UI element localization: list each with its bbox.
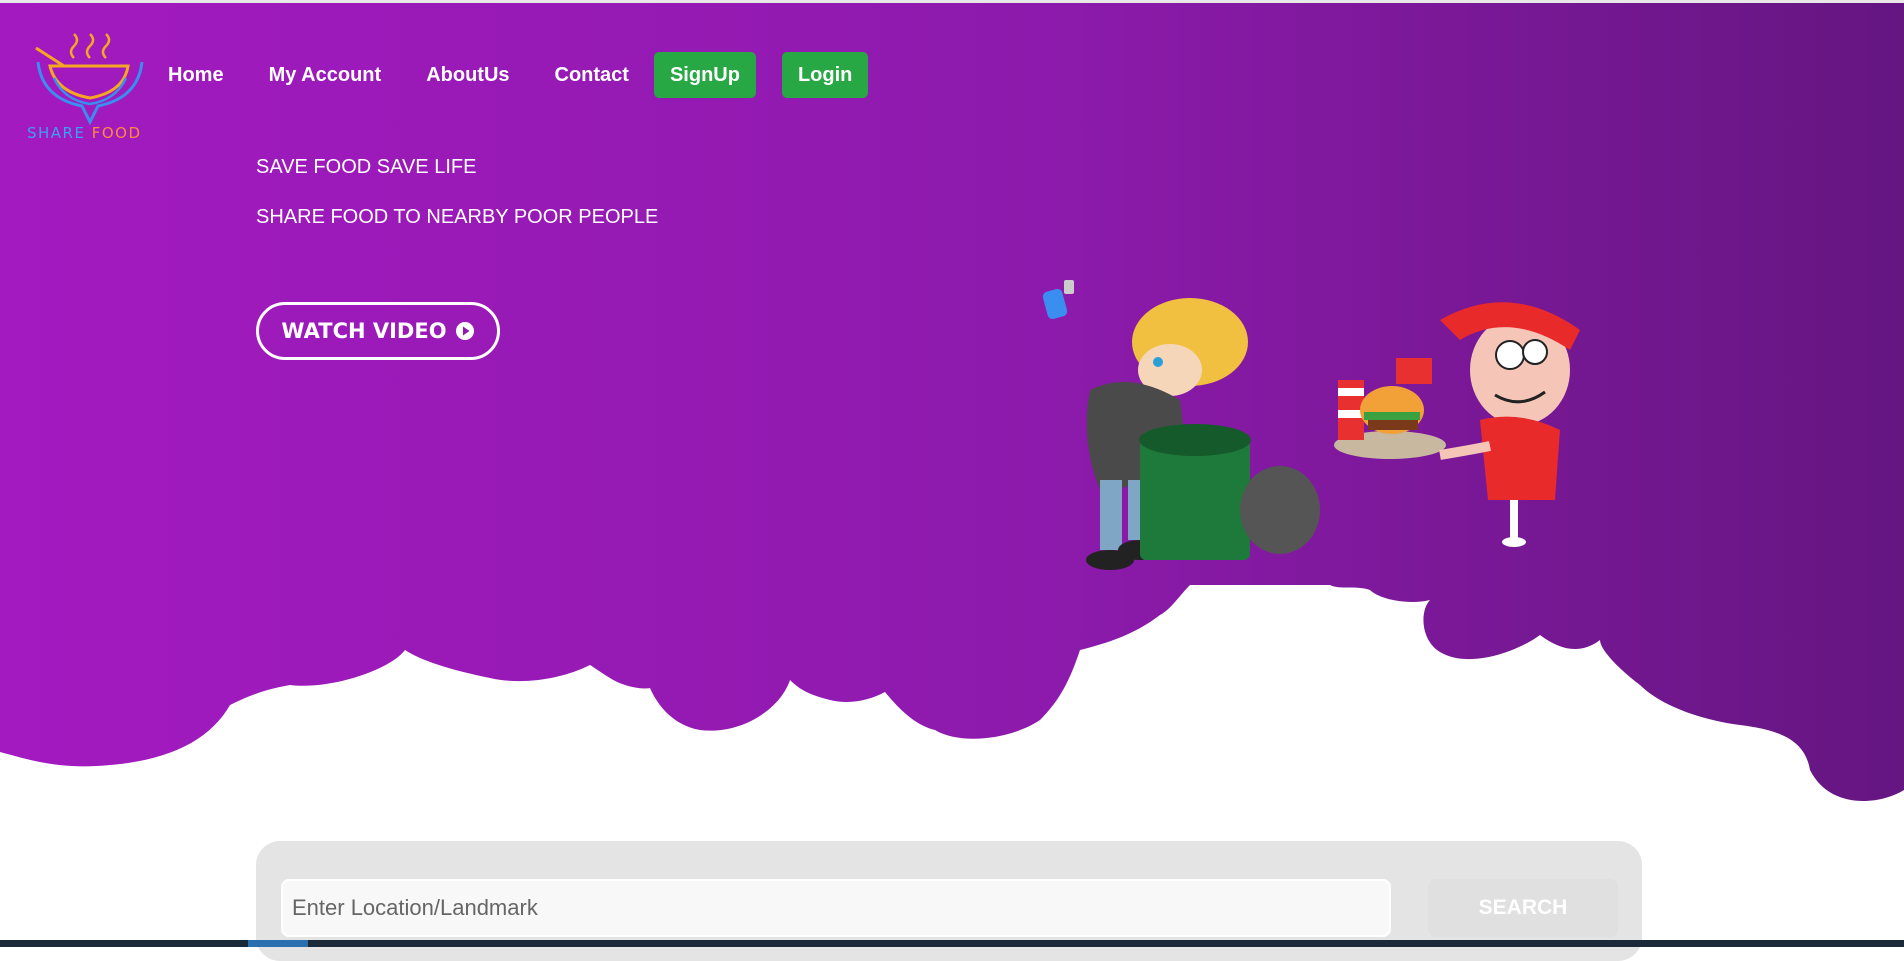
hero-background [0, 3, 1904, 802]
taskbar-highlight [248, 940, 308, 947]
watch-video-label: WATCH VIDEO [281, 319, 447, 343]
main-nav: Home My Account AboutUs Contact SignUp L… [168, 52, 894, 98]
logo-word-share: SHARE [27, 124, 86, 142]
watch-video-button[interactable]: WATCH VIDEO [256, 302, 500, 360]
nav-link-contact[interactable]: Contact [555, 64, 629, 87]
hero-tagline-primary: SAVE FOOD SAVE LIFE [256, 156, 477, 178]
hero-illustration [1042, 280, 1580, 570]
logo-word-food: FOOD [91, 124, 142, 142]
logo-wordmark: SHARE FOOD [27, 124, 142, 142]
nav-link-home[interactable]: Home [168, 64, 224, 87]
play-circle-icon [455, 322, 474, 340]
nav-link-my-account[interactable]: My Account [269, 64, 382, 87]
login-button[interactable]: Login [781, 52, 869, 98]
location-search-input[interactable] [281, 879, 1391, 937]
search-button[interactable]: SEARCH [1428, 879, 1618, 937]
nav-link-about-us[interactable]: AboutUs [426, 64, 509, 87]
signup-button[interactable]: SignUp [653, 52, 756, 98]
taskbar-strip [0, 940, 1904, 947]
hero-tagline-secondary: SHARE FOOD TO NEARBY POOR PEOPLE [256, 206, 659, 228]
